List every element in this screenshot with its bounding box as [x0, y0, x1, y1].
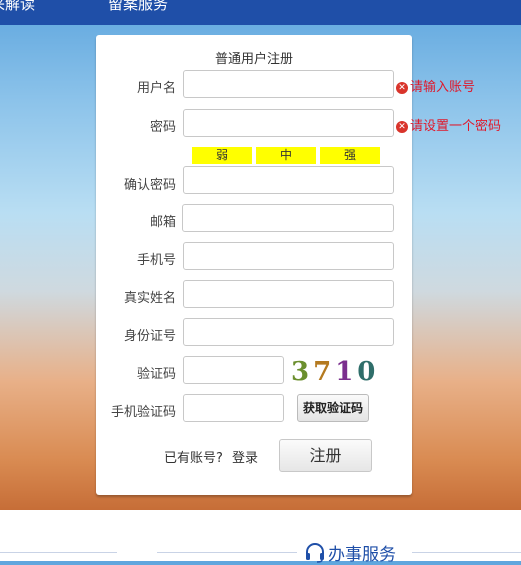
- id-number-label: 身份证号: [123, 329, 176, 344]
- service-label: 办事服务: [328, 545, 396, 565]
- confirm-password-label: 确认密码: [123, 178, 176, 193]
- password-error: ✕ 请设置一个密码: [396, 115, 501, 134]
- email-input[interactable]: [182, 204, 394, 232]
- strength-strong: 强: [320, 147, 380, 164]
- username-error: ✕ 请输入账号: [396, 76, 475, 95]
- nav-item-service[interactable]: 留案服务: [108, 0, 168, 14]
- top-nav-bar: 采解读 留案服务: [0, 0, 521, 25]
- register-card: 普通用户注册 用户名 密码 弱 中 强 确认密码 邮箱 手机号 真实姓名 身份证…: [96, 35, 412, 495]
- strength-weak: 弱: [192, 147, 252, 164]
- sms-code-label: 手机验证码: [110, 405, 176, 420]
- strength-medium: 中: [256, 147, 316, 164]
- divider: [0, 552, 117, 553]
- login-link[interactable]: 登录: [232, 447, 258, 466]
- captcha-image[interactable]: 3710: [291, 357, 375, 387]
- username-label: 用户名: [136, 81, 176, 96]
- form-title: 普通用户注册: [214, 52, 293, 67]
- phone-label: 手机号: [136, 253, 176, 268]
- get-sms-code-button[interactable]: 获取验证码: [297, 394, 369, 422]
- real-name-input[interactable]: [183, 280, 394, 308]
- error-icon: ✕: [396, 121, 408, 133]
- phone-input[interactable]: [183, 242, 394, 270]
- captcha-digit: 3: [291, 357, 314, 387]
- error-icon: ✕: [396, 82, 408, 94]
- captcha-label: 验证码: [136, 367, 176, 382]
- id-number-input[interactable]: [183, 318, 394, 346]
- captcha-input[interactable]: [183, 356, 284, 384]
- captcha-digit: 0: [357, 357, 380, 387]
- password-input[interactable]: [183, 109, 394, 137]
- captcha-digit: 1: [335, 357, 358, 387]
- username-input[interactable]: [183, 70, 394, 98]
- nav-item-interpretation[interactable]: 采解读: [0, 0, 35, 14]
- real-name-label: 真实姓名: [123, 291, 176, 306]
- headset-icon: [306, 543, 324, 563]
- service-link[interactable]: 办事服务: [304, 540, 396, 565]
- divider: [157, 552, 297, 553]
- captcha-digit: 7: [313, 357, 336, 387]
- confirm-password-input[interactable]: [183, 166, 394, 194]
- footer: 办事服务: [0, 510, 521, 565]
- login-hint: 已有账号?: [164, 451, 223, 466]
- username-error-text: 请输入账号: [410, 80, 476, 95]
- password-label: 密码: [149, 120, 176, 135]
- email-label: 邮箱: [149, 215, 176, 230]
- divider: [412, 552, 521, 553]
- register-button[interactable]: 注册: [279, 439, 372, 472]
- password-error-text: 请设置一个密码: [410, 119, 502, 134]
- sms-code-input[interactable]: [183, 394, 284, 422]
